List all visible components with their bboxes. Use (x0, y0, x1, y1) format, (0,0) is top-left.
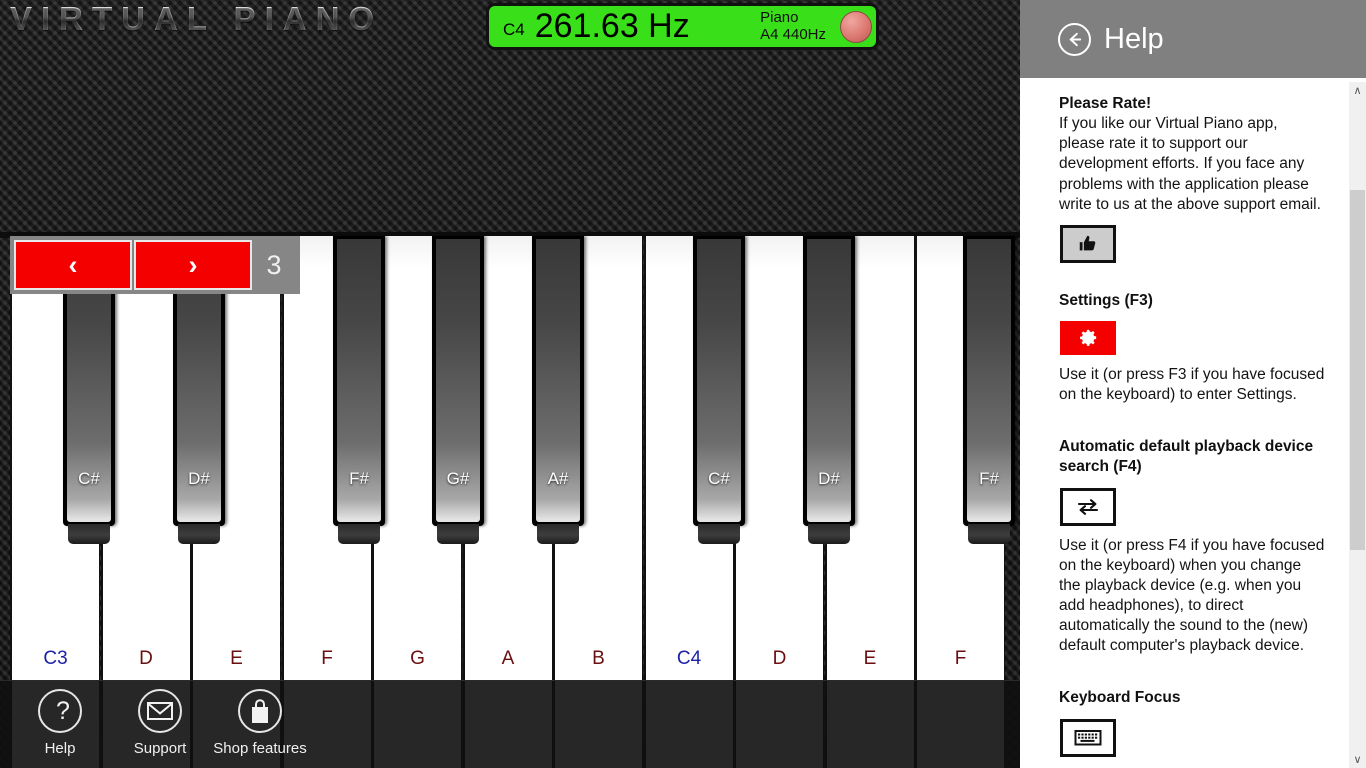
black-key-face: F# (967, 239, 1011, 522)
black-key-fsharp-7[interactable]: F# (963, 236, 1015, 544)
display-frequency: 261.63 Hz (534, 7, 690, 45)
scroll-down-icon[interactable]: ∨ (1349, 751, 1366, 768)
octave-number: 3 (266, 249, 282, 280)
black-key-lip (178, 524, 220, 544)
section-heading: Settings (F3) (1059, 291, 1153, 309)
section-body: Use it (or press F3 if you have focused … (1059, 365, 1325, 404)
app-bar: ? Help Support Shop features (0, 680, 1020, 768)
help-header: Help (1020, 0, 1366, 78)
octave-control: ‹ › 3 (10, 236, 300, 294)
white-key-label: D (139, 648, 153, 669)
svg-text:?: ? (56, 697, 70, 725)
black-key-dsharp-6[interactable]: D# (803, 236, 855, 544)
white-key-label: E (230, 648, 243, 669)
section-body: If you like our Virtual Piano app, pleas… (1059, 115, 1321, 213)
appbar-item-label: Support (133, 740, 187, 757)
help-section-rate: Please Rate! If you like our Virtual Pia… (1059, 94, 1326, 263)
help-panel: Help Please Rate! If you like our Virtua… (1020, 0, 1366, 768)
swap-arrows-icon[interactable] (1060, 487, 1116, 526)
octave-next-button[interactable]: › (134, 240, 252, 290)
black-key-lip (808, 524, 850, 544)
status-led-indicator (840, 10, 872, 43)
section-heading: Automatic default playback device search… (1059, 438, 1314, 476)
black-key-label: G# (446, 469, 470, 488)
section-body: Use it (or press F4 if you have focused … (1059, 536, 1325, 655)
app-logo: VIRTUAL PIANO (10, 0, 384, 37)
white-key-label: G (410, 648, 425, 669)
swap-arrows-glyph (1077, 498, 1099, 515)
appbar-item-label: Help (44, 740, 76, 757)
appbar-item-support[interactable]: Support (105, 689, 215, 757)
thumbs-up-icon[interactable] (1060, 224, 1116, 263)
black-key-lip (698, 524, 740, 544)
frequency-display: C4 261.63 Hz Piano A4 440Hz (486, 3, 879, 50)
display-info: Piano A4 440Hz (760, 8, 826, 44)
keyboard-glyph (1074, 730, 1102, 746)
display-note: C4 (503, 19, 525, 39)
shopping-bag-icon (238, 689, 282, 733)
white-key-label: F (321, 648, 333, 669)
help-section-keyboard-focus: Keyboard Focus (1059, 688, 1326, 757)
keyboard-icon[interactable] (1060, 718, 1116, 757)
section-heading: Please Rate! (1059, 95, 1152, 112)
black-key-label: A# (547, 469, 569, 488)
white-key-label: D (772, 648, 787, 669)
black-key-face: D# (807, 239, 851, 522)
white-key-label: C4 (676, 648, 702, 669)
black-key-lip (968, 524, 1010, 544)
black-key-label: C# (708, 469, 730, 488)
white-key-label: B (592, 648, 605, 669)
black-key-face: A# (536, 239, 580, 522)
back-arrow-glyph (1069, 32, 1082, 46)
back-arrow-icon[interactable] (1058, 22, 1091, 56)
black-key-label: F# (979, 469, 999, 488)
black-key-lip (68, 524, 110, 544)
appbar-item-shop-features[interactable]: Shop features (205, 689, 315, 757)
white-key-label: E (863, 648, 877, 669)
scroll-up-icon[interactable]: ∧ (1349, 82, 1366, 99)
white-key-label: C3 (43, 648, 68, 669)
black-key-lip (537, 524, 579, 544)
black-key-csharp-5[interactable]: C# (693, 236, 745, 544)
appbar-item-label: Shop features (213, 740, 307, 757)
black-key-face: G# (436, 239, 480, 522)
white-key-label: A (501, 648, 515, 669)
black-key-label: D# (188, 469, 210, 488)
scrollbar-thumb[interactable] (1350, 190, 1365, 550)
black-key-label: C# (78, 469, 100, 488)
black-key-face: F# (337, 239, 381, 522)
envelope-icon (138, 689, 182, 733)
appbar-item-help[interactable]: ? Help (5, 689, 115, 757)
black-key-asharp-4[interactable]: A# (532, 236, 584, 544)
piano-pane: VIRTUAL PIANO C4 261.63 Hz Piano A4 440H… (0, 0, 1020, 768)
display-instrument: Piano (760, 8, 799, 26)
black-key-gsharp-3[interactable]: G# (432, 236, 484, 544)
black-key-lip (437, 524, 479, 544)
black-key-label: D# (818, 469, 840, 488)
section-heading: Keyboard Focus (1059, 689, 1181, 707)
octave-prev-button[interactable]: ‹ (14, 240, 132, 290)
thumbs-up-glyph (1079, 235, 1096, 251)
gear-icon[interactable] (1060, 320, 1116, 355)
display-tuning: A4 440Hz (760, 25, 826, 43)
help-section-settings: Settings (F3) Use it (or press F3 if you… (1059, 291, 1326, 405)
help-section-playback: Automatic default playback device search… (1059, 437, 1326, 656)
help-content: Please Rate! If you like our Virtual Pia… (1020, 78, 1346, 768)
help-title: Help (1104, 22, 1164, 55)
black-key-label: F# (349, 469, 369, 488)
black-key-face: C# (697, 239, 741, 522)
white-key-label: F (954, 648, 967, 669)
help-scrollbar[interactable]: ∧ ∨ (1349, 82, 1366, 768)
black-key-lip (338, 524, 380, 544)
virtual-piano-app: VIRTUAL PIANO C4 261.63 Hz Piano A4 440H… (0, 0, 1366, 768)
gear-glyph (1079, 330, 1096, 347)
black-key-fsharp-2[interactable]: F# (333, 236, 385, 544)
question-mark-icon: ? (38, 689, 82, 733)
